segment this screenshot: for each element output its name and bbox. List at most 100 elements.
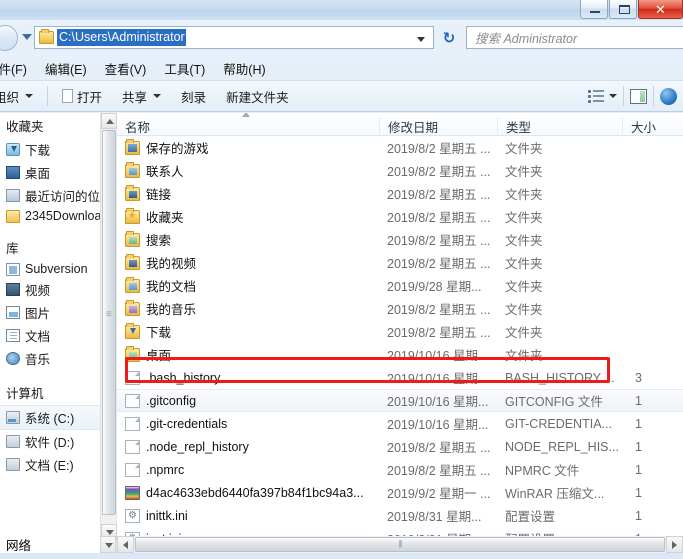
sidebar-item-subversion[interactable]: Subversion [0,260,100,278]
column-header-type[interactable]: 类型 [497,117,531,135]
table-row[interactable]: .npmrc 2019/8/2 星期五 ... NPMRC 文件 1 [117,458,683,481]
file-name-label: .git-credentials [146,416,228,431]
new-folder-button[interactable]: 新建文件夹 [216,84,299,109]
preview-pane-icon[interactable] [630,88,647,104]
sidebar-item-videos[interactable]: 视频 [0,278,100,301]
table-row[interactable]: .node_repl_history 2019/8/2 星期五 ... NODE_R… [117,435,683,458]
table-row[interactable]: 收藏夹 2019/8/2 星期五 ... 文件夹 [117,205,683,228]
video-library-icon [6,283,20,296]
table-row[interactable]: .bash_history 2019/10/16 星期... BASH_HISTOR… [117,366,683,389]
list-view-icon[interactable] [588,89,605,104]
sidebar-item-2345downloads[interactable]: 2345Downloads [0,207,100,225]
table-row[interactable]: 搜索 2019/8/2 星期五 ... 文件夹 [117,228,683,251]
sidebar-item-documents[interactable]: 文档 [0,324,100,347]
sidebar-item-network[interactable]: 网络 [0,536,100,553]
address-bar[interactable]: C:\Users\Administrator [34,26,434,49]
cell-type: 配置设置 [505,510,556,524]
organize-label: 组织 [0,90,20,105]
cell-name: 收藏夹 [125,207,184,226]
chevron-down-icon[interactable] [609,94,617,98]
cell-type: GITCONFIG 文件 [505,395,603,409]
refresh-button[interactable]: ↻ [437,26,461,49]
cell-name: .npmrc [125,462,184,477]
table-row[interactable]: inittk.ini 2019/8/31 星期... 配置设置 1 [117,504,683,527]
table-row[interactable]: .git-credentials 2019/10/16 星期... GIT-CRED… [117,412,683,435]
cell-date-modified: 2019/8/2 星期五 ... [387,464,491,478]
menu-help[interactable]: 帮助(H) [214,57,274,80]
toolbar-right-group [588,86,683,106]
explorer-window: ✕ C:\Users\Administrator ↻ 搜索 Administra… [0,0,683,559]
minimize-button[interactable] [580,0,608,19]
cell-name: 链接 [125,184,171,203]
file-name-label: 我的音乐 [146,303,197,317]
sidebar-item-recent-places[interactable]: 最近访问的位置 [0,184,100,207]
sidebar-item-downloads[interactable]: 下载 [0,138,100,161]
file-icon [125,370,140,385]
table-row[interactable]: 桌面 2019/10/16 星期... 文件夹 [117,343,683,366]
cell-type: GIT-CREDENTIA... [505,416,612,431]
close-button[interactable]: ✕ [638,0,683,19]
table-row[interactable]: 我的视频 2019/8/2 星期五 ... 文件夹 [117,251,683,274]
open-button[interactable]: 打开 [52,84,112,109]
maximize-button[interactable] [609,0,637,19]
sidebar-scroll-down-button[interactable] [100,536,116,553]
sidebar-item-music[interactable]: 音乐 [0,347,100,370]
cell-name: .git-credentials [125,416,228,431]
cell-name: 我的音乐 [125,299,196,318]
scroll-up-icon[interactable] [101,113,117,129]
horizontal-scrollbar[interactable] [117,536,683,553]
sidebar-item-desktop[interactable]: 桌面 [0,161,100,184]
cell-date-modified: 2019/8/2 星期五 ... [387,142,491,156]
column-header-size[interactable]: 大小 [622,117,656,135]
cell-size: 1 [635,393,642,408]
search-box[interactable]: 搜索 Administrator [466,26,683,49]
menu-edit[interactable]: 编辑(E) [36,57,96,80]
sidebar-group-computer: 计算机 [6,387,44,401]
sidebar-item-pictures[interactable]: 图片 [0,301,100,324]
file-name-label: d4ac4633ebd6440fa397b84f1bc94a3... [146,485,364,500]
table-row[interactable]: .gitconfig 2019/10/16 星期... GITCONFIG 文件 1 [117,389,683,412]
scrollbar-thumb[interactable] [135,537,665,552]
sidebar-item-label: 文档 [25,330,51,344]
scrollbar-track[interactable] [134,537,666,552]
table-row[interactable]: 下载 2019/8/2 星期五 ... 文件夹 [117,320,683,343]
address-path-text[interactable]: C:\Users\Administrator [57,29,186,46]
menu-file[interactable]: 文件(F) [0,57,36,80]
cell-name: 搜索 [125,230,171,249]
file-icon [125,462,140,477]
table-row[interactable]: d4ac4633ebd6440fa397b84f1bc94a3... 2019/9… [117,481,683,504]
menu-view[interactable]: 查看(V) [96,57,156,80]
menu-tools[interactable]: 工具(T) [155,57,214,80]
scrollbar-thumb[interactable] [102,130,116,515]
table-row[interactable]: 联系人 2019/8/2 星期五 ... 文件夹 [117,159,683,182]
cell-type: 文件夹 [505,280,543,294]
scroll-left-icon[interactable] [117,536,134,553]
share-button[interactable]: 共享 [112,84,171,109]
column-header-date[interactable]: 修改日期 [379,117,438,135]
cell-date-modified: 2019/8/2 星期五 ... [387,257,491,271]
organize-button[interactable]: 组织 [0,84,43,109]
cell-date-modified: 2019/8/31 星期... [387,510,482,524]
column-header-name[interactable]: 名称 [117,117,150,135]
forward-dropdown-icon[interactable] [22,34,32,40]
scroll-right-icon[interactable] [666,536,683,553]
help-icon[interactable] [660,87,677,105]
chevron-down-icon[interactable] [417,37,425,42]
cell-type: 文件夹 [505,303,543,317]
sidebar-item-label: 音乐 [25,353,51,367]
cell-size: 3 [635,370,642,385]
burn-button[interactable]: 刻录 [171,84,216,109]
sidebar-item-documents-e[interactable]: 文档 (E:) [0,453,100,476]
share-label: 共享 [122,90,148,105]
table-row[interactable]: 我的音乐 2019/8/2 星期五 ... 文件夹 [117,297,683,320]
sidebar-item-software-d[interactable]: 软件 (D:) [0,430,100,453]
sidebar-scrollbar[interactable] [100,113,117,540]
folder-videos-icon [125,253,140,270]
sidebar-item-system-c[interactable]: 系统 (C:) [0,405,100,430]
cell-type: NPMRC 文件 [505,464,580,478]
table-row[interactable]: 链接 2019/8/2 星期五 ... 文件夹 [117,182,683,205]
subversion-icon [6,262,20,276]
table-row[interactable]: 我的文档 2019/9/28 星期... 文件夹 [117,274,683,297]
table-row[interactable]: 保存的游戏 2019/8/2 星期五 ... 文件夹 [117,136,683,159]
back-button[interactable] [0,25,18,51]
